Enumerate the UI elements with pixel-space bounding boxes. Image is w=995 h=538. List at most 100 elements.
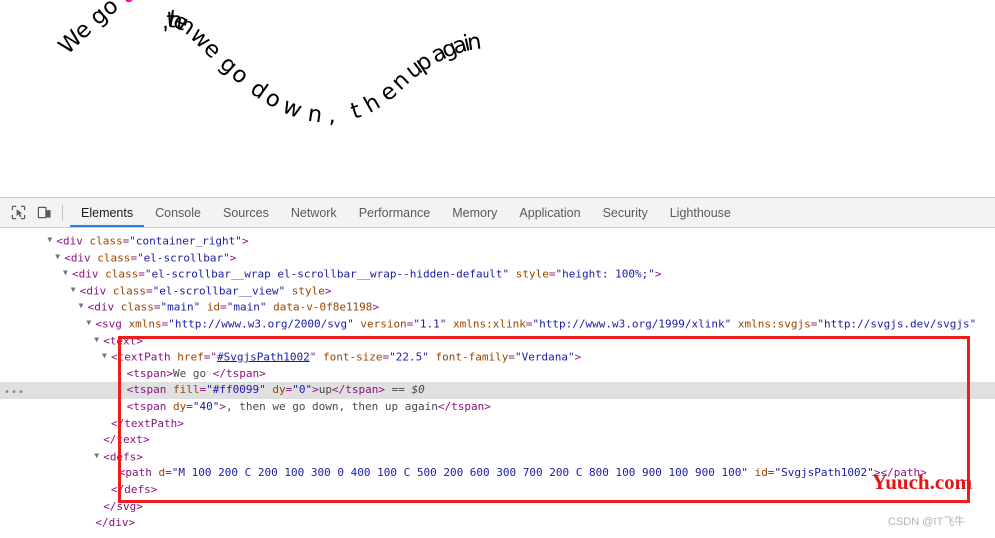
expand-triangle-icon[interactable]: ▼ [55,250,64,266]
tab-memory[interactable]: Memory [441,198,508,227]
code-token-attr: id [200,300,221,314]
code-token-punct: </ [111,482,125,496]
dom-row[interactable]: ▼ <text> [0,333,995,350]
dom-row[interactable]: ▼ <svg xmlns="http://www.w3.org/2000/svg"… [0,316,995,333]
code-token-attr: xmlns:svgjs [731,317,811,331]
tab-elements[interactable]: Elements [70,198,144,227]
tab-performance[interactable]: Performance [348,198,442,227]
code-token-tag: div [108,516,129,530]
code-token-txt: up [318,383,332,397]
code-token-tag: tspan [133,366,167,380]
expand-triangle-icon[interactable]: ▼ [94,333,103,349]
svg-text: We go up, then we go down, then up again [54,0,483,129]
tab-application[interactable]: Application [508,198,591,227]
code-token-punct: > [259,366,266,380]
code-token-punct: </ [111,416,125,430]
code-token-tag: div [86,284,107,298]
code-token-tag: div [63,234,83,248]
code-token-punct: > [378,383,385,397]
code-token-dollar: == $0 [384,383,425,397]
code-token-attr: font-size [316,350,383,364]
code-token-punct: > [150,482,158,496]
dom-row[interactable]: ▼ <textPath href="#SvgjsPath1002" font-si… [0,349,995,366]
expand-triangle-icon[interactable]: ▼ [71,283,80,299]
dom-row[interactable]: </svg> [0,499,995,516]
device-toolbar-icon[interactable] [31,201,57,225]
dom-row[interactable]: ▼ <div class="el-scrollbar__view" style> [0,283,995,300]
dom-row[interactable]: ▼ <defs> [0,449,995,466]
tab-security[interactable]: Security [592,198,659,227]
expand-triangle-icon[interactable]: ▼ [102,349,111,365]
dom-row-selected[interactable]: ••• <tspan fill="#ff0099" dy="0">up</tspa… [0,382,995,399]
tab-console[interactable]: Console [144,198,212,227]
code-token-tag: div [94,300,115,314]
code-token-attr: font-family [428,350,509,364]
tspan-segment-0: We go [54,0,129,60]
code-token-tag: tspan [133,383,167,397]
expand-triangle-icon[interactable]: ▼ [94,449,103,465]
dom-row[interactable]: </div> [0,515,995,532]
code-token-punct: > [654,267,662,281]
expand-triangle-icon[interactable]: ▼ [63,266,72,282]
expand-triangle-icon[interactable]: ▼ [86,316,95,332]
dom-row[interactable]: ▼ <div class="el-scrollbar__wrap el-scrol… [0,266,995,283]
code-token-punct: = [548,267,556,281]
row-overflow-dots[interactable]: ••• [4,385,25,399]
code-token-attr: class [82,234,123,248]
code-token-punct: > [128,516,136,530]
dom-row[interactable]: <tspan>We go </tspan> [0,366,995,383]
code-token-punct: > [136,450,143,464]
code-token-punct: > [142,433,150,447]
dom-row[interactable]: </textPath> [0,416,995,433]
code-token-tag: tspan [345,383,379,397]
expand-triangle-icon[interactable]: ▼ [47,233,56,249]
tab-lighthouse[interactable]: Lighthouse [659,198,742,227]
code-token-tag: textPath [124,416,178,430]
code-token-tag: div [70,250,91,264]
dom-row[interactable]: </defs> [0,482,995,499]
code-token-attr: id [747,466,768,480]
device-toolbar-glyph [37,206,51,219]
toolbar-divider [62,204,63,221]
watermark-site: Yuuch.com [872,470,973,494]
code-token-txt: , then we go down, then up again [225,399,438,413]
svg-text-on-path: We go up, then we go down, then up again [54,0,483,129]
expand-triangle-icon[interactable]: ▼ [79,299,88,315]
dom-row[interactable]: ▼ <div class="el-scrollbar"> [0,250,995,267]
dom-row[interactable]: <path d="M 100 200 C 200 100 300 0 400 1… [0,465,995,482]
code-token-punct: > [229,250,237,264]
inspect-cursor-icon[interactable] [5,201,31,225]
code-token-tag: tspan [451,399,485,413]
code-token-val: "40" [192,399,220,413]
code-token-punct: > [166,366,173,380]
code-token-val: "M 100 200 C 200 100 300 0 400 100 C 500… [171,466,748,480]
code-token-val: "SvgjsPath1002" [774,466,874,480]
code-token-punct: > [324,284,332,298]
code-token-val: "container_right" [129,234,242,248]
code-token-tag: svg [102,317,122,331]
code-token-punct: = [165,466,172,480]
code-token-val: "main" [226,300,267,314]
code-token-tag: text [109,333,137,347]
code-token-lnk[interactable]: #SvgjsPath1002 [217,350,310,363]
dom-row[interactable]: ▼ <div class="container_right"> [0,233,995,250]
code-token-val: "22.5" [389,350,429,364]
dom-row[interactable]: </text> [0,432,995,449]
code-token-attr: class [98,267,139,281]
code-token-punct: > [241,234,249,248]
code-token-tag: textPath [117,350,171,364]
code-token-tag: tspan [133,399,167,413]
code-token-tag: defs [109,450,137,464]
dom-row[interactable]: ▼ <div class="main" id="main" data-v-0f8e… [0,299,995,316]
code-token-punct: < [103,333,110,347]
tab-sources[interactable]: Sources [212,198,280,227]
code-token-tag: text [116,433,143,447]
code-token-val: "0" [292,383,313,397]
tab-network[interactable]: Network [280,198,348,227]
devtools-toolbar: Elements Console Sources Network Performance… [0,198,995,228]
dom-row[interactable]: <tspan dy="40">, then we go down, then u… [0,399,995,416]
code-token-tag: path [125,466,152,480]
dom-tree[interactable]: ▼ <div class="container_right"> ▼ <div clas… [0,228,995,537]
code-token-punct: </ [331,383,346,397]
code-token-punct: </ [212,366,226,380]
